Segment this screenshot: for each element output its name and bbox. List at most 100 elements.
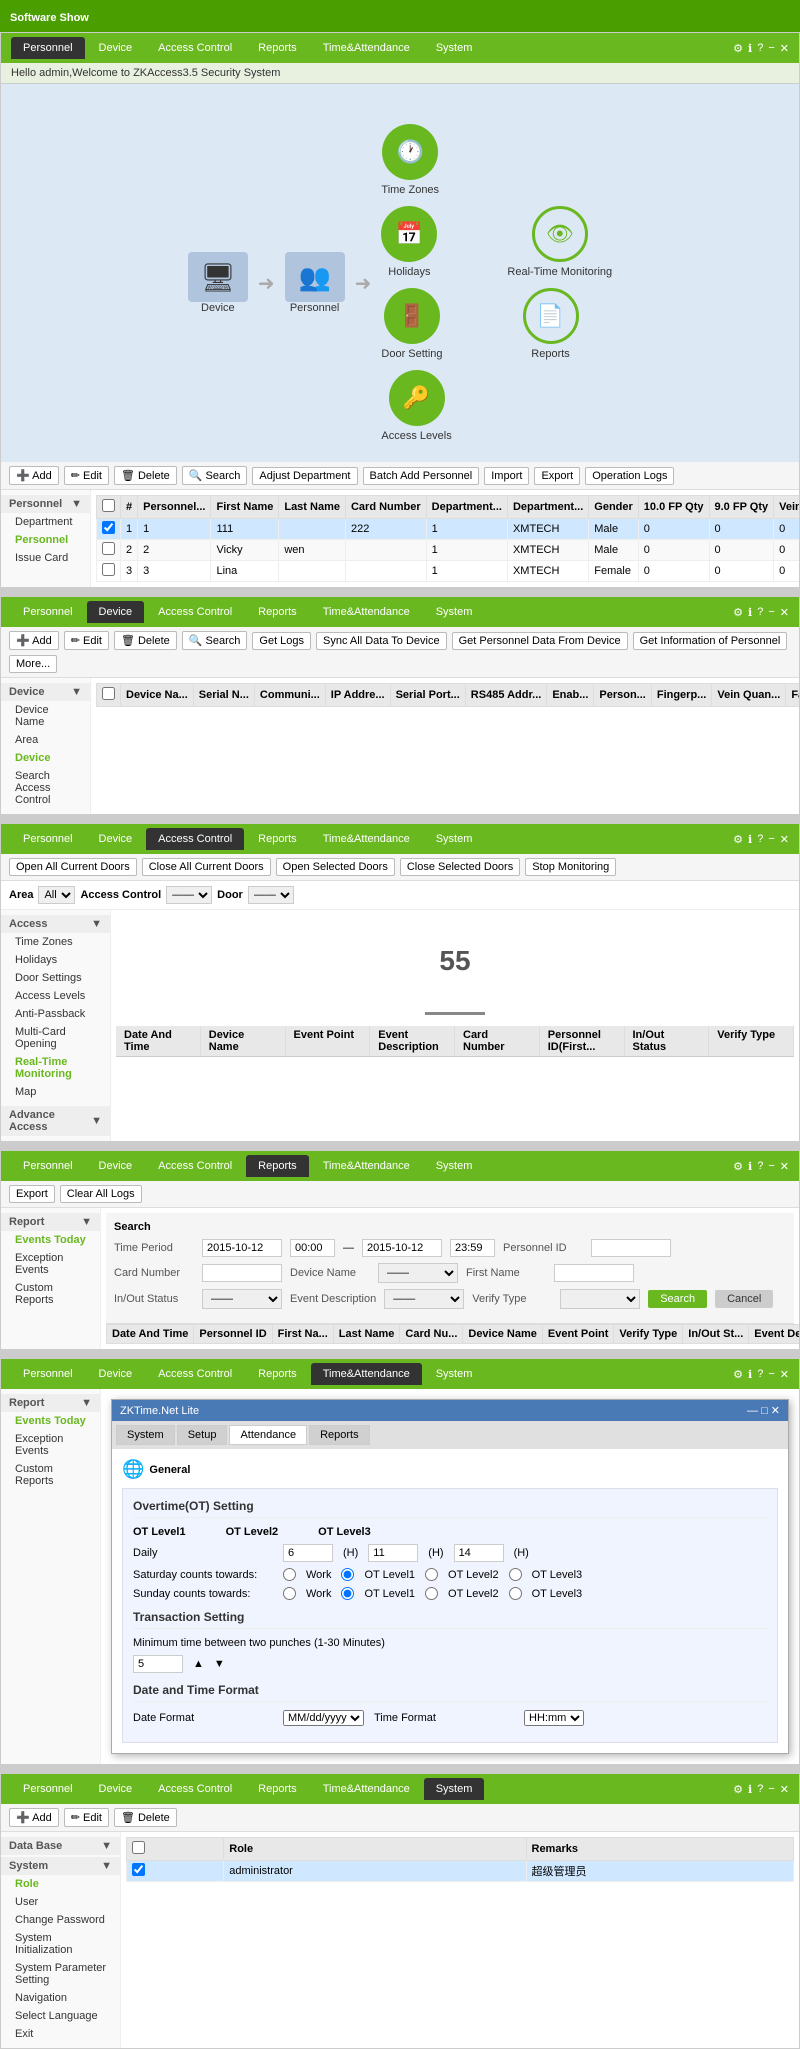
- close-all-btn[interactable]: Close All Current Doors: [142, 858, 271, 876]
- r-close-icon[interactable]: ✕: [780, 1160, 789, 1173]
- import-btn[interactable]: Import: [484, 467, 529, 485]
- ta-tab-setup[interactable]: Setup: [177, 1425, 228, 1445]
- add-btn[interactable]: ➕ Add: [9, 466, 59, 485]
- sys-sidebar-db[interactable]: Data Base ▼: [1, 1837, 120, 1855]
- batch-add-btn[interactable]: Batch Add Personnel: [363, 467, 480, 485]
- export-btn[interactable]: Export: [534, 467, 580, 485]
- search-btn[interactable]: 🔍 Search: [182, 466, 248, 485]
- row2-check[interactable]: [102, 542, 115, 555]
- dnav-personnel[interactable]: Personnel: [11, 601, 85, 623]
- ac-settings-icon[interactable]: ⚙: [733, 833, 743, 846]
- sun-work-radio[interactable]: [283, 1587, 296, 1600]
- do-cancel-btn[interactable]: Cancel: [715, 1290, 773, 1308]
- ac-sidebar-advance[interactable]: Advance Access ▼: [1, 1106, 110, 1136]
- sys-sidebar-init[interactable]: System Initialization: [1, 1929, 120, 1959]
- r-help-icon[interactable]: ?: [757, 1160, 763, 1173]
- d-add-btn[interactable]: ➕ Add: [9, 631, 59, 650]
- personnel-row-2[interactable]: 2 2 Vicky wen 1 XMTECH Male 0 0 0 0: [97, 540, 800, 561]
- acnav-system[interactable]: System: [424, 828, 485, 850]
- sidebar-item-personnel[interactable]: Personnel: [1, 531, 90, 549]
- rnav-device[interactable]: Device: [87, 1155, 145, 1177]
- sysnav-personnel[interactable]: Personnel: [11, 1778, 85, 1800]
- d-settings-icon[interactable]: ⚙: [733, 606, 743, 619]
- r-sidebar-events[interactable]: Events Today: [1, 1231, 100, 1249]
- r-sidebar-exception[interactable]: Exception Events: [1, 1249, 100, 1279]
- sys-minus-icon[interactable]: −: [768, 1783, 774, 1796]
- edit-btn[interactable]: ✏ Edit: [64, 466, 109, 485]
- sat-ot1-radio[interactable]: [341, 1568, 354, 1581]
- d-sidebar-area[interactable]: Area: [1, 731, 90, 749]
- ta-settings-icon[interactable]: ⚙: [733, 1368, 743, 1381]
- sys-settings-icon[interactable]: ⚙: [733, 1783, 743, 1796]
- acnav-access[interactable]: Access Control: [146, 828, 244, 850]
- nav-device[interactable]: Device: [87, 37, 145, 59]
- d-sidebar-device[interactable]: Device: [1, 749, 90, 767]
- ta-popup-minus[interactable]: —: [747, 1405, 758, 1417]
- d-delete-btn[interactable]: 🗑 Delete: [114, 631, 177, 650]
- device-sidebar-section[interactable]: Device ▼: [1, 683, 90, 701]
- acnav-personnel[interactable]: Personnel: [11, 828, 85, 850]
- d-close-icon[interactable]: ✕: [780, 606, 789, 619]
- acnav-time[interactable]: Time&Attendance: [311, 828, 422, 850]
- tanav-access[interactable]: Access Control: [146, 1363, 244, 1385]
- sysnav-access[interactable]: Access Control: [146, 1778, 244, 1800]
- r-sidebar-section[interactable]: Report ▼: [1, 1213, 100, 1231]
- ac-filter-select[interactable]: ——: [166, 886, 212, 904]
- time-format-select[interactable]: HH:mm: [524, 1710, 584, 1726]
- area-select[interactable]: All: [38, 886, 75, 904]
- sat-work-radio[interactable]: [283, 1568, 296, 1581]
- d-sidebar-search[interactable]: Search Access Control: [1, 767, 90, 809]
- personnel-id-input[interactable]: [591, 1239, 671, 1257]
- sun-ot3-radio[interactable]: [509, 1587, 522, 1600]
- ac-sidebar-multi-card[interactable]: Multi-Card Opening: [1, 1023, 110, 1053]
- sys-sidebar-lang[interactable]: Select Language: [1, 2007, 120, 2025]
- op-logs-btn[interactable]: Operation Logs: [585, 467, 674, 485]
- ac-sidebar-map[interactable]: Map: [1, 1083, 110, 1101]
- d-select-all[interactable]: [102, 687, 115, 700]
- sys-select-all[interactable]: [132, 1841, 145, 1854]
- dnav-time[interactable]: Time&Attendance: [311, 601, 422, 623]
- ac-sidebar-anti-passback[interactable]: Anti-Passback: [1, 1005, 110, 1023]
- stop-monitor-btn[interactable]: Stop Monitoring: [525, 858, 616, 876]
- d-sidebar-name[interactable]: Device Name: [1, 701, 90, 731]
- sys-sidebar-role[interactable]: Role: [1, 1875, 120, 1893]
- rnav-system[interactable]: System: [424, 1155, 485, 1177]
- sidebar-section-personnel[interactable]: Personnel ▼: [1, 495, 90, 513]
- tanav-personnel[interactable]: Personnel: [11, 1363, 85, 1385]
- open-selected-btn[interactable]: Open Selected Doors: [276, 858, 395, 876]
- min-spin-down[interactable]: ▼: [214, 1658, 225, 1670]
- first-name-input[interactable]: [554, 1264, 634, 1282]
- ta-sidebar-events[interactable]: Events Today: [1, 1412, 100, 1430]
- sys-edit-btn[interactable]: ✏ Edit: [64, 1808, 109, 1827]
- adjust-dept-btn[interactable]: Adjust Department: [252, 467, 357, 485]
- door-select[interactable]: ——: [248, 886, 294, 904]
- min-time-input[interactable]: [133, 1655, 183, 1673]
- dnav-device[interactable]: Device: [87, 601, 145, 623]
- sysnav-reports[interactable]: Reports: [246, 1778, 309, 1800]
- personnel-row-3[interactable]: 3 3 Lina 1 XMTECH Female 0 0 0 0: [97, 561, 800, 582]
- ta-tab-system[interactable]: System: [116, 1425, 175, 1445]
- event-desc-select[interactable]: ——: [384, 1289, 464, 1309]
- nav-personnel[interactable]: Personnel: [11, 37, 85, 59]
- d-get-logs-btn[interactable]: Get Logs: [252, 632, 311, 650]
- to-date-input[interactable]: [362, 1239, 442, 1257]
- dnav-access[interactable]: Access Control: [146, 601, 244, 623]
- settings-icon[interactable]: ⚙: [733, 42, 743, 55]
- close-selected-btn[interactable]: Close Selected Doors: [400, 858, 520, 876]
- d-get-personnel-btn[interactable]: Get Personnel Data From Device: [452, 632, 628, 650]
- row1-check[interactable]: [102, 521, 115, 534]
- d-get-info-btn[interactable]: Get Information of Personnel: [633, 632, 788, 650]
- r-info-icon[interactable]: ℹ: [748, 1160, 752, 1173]
- sys-sidebar-nav[interactable]: Navigation: [1, 1989, 120, 2007]
- system-row-1[interactable]: administrator 超级管理员: [127, 1861, 794, 1882]
- ta-tab-reports[interactable]: Reports: [309, 1425, 370, 1445]
- sys-sidebar-system[interactable]: System ▼: [1, 1857, 120, 1875]
- d-edit-btn[interactable]: ✏ Edit: [64, 631, 109, 650]
- rnav-access[interactable]: Access Control: [146, 1155, 244, 1177]
- ta-sidebar-custom[interactable]: Custom Reports: [1, 1460, 100, 1490]
- d-more-btn[interactable]: More...: [9, 655, 57, 673]
- ot3-daily-input[interactable]: [454, 1544, 504, 1562]
- r-settings-icon[interactable]: ⚙: [733, 1160, 743, 1173]
- sysnav-time[interactable]: Time&Attendance: [311, 1778, 422, 1800]
- dnav-reports[interactable]: Reports: [246, 601, 309, 623]
